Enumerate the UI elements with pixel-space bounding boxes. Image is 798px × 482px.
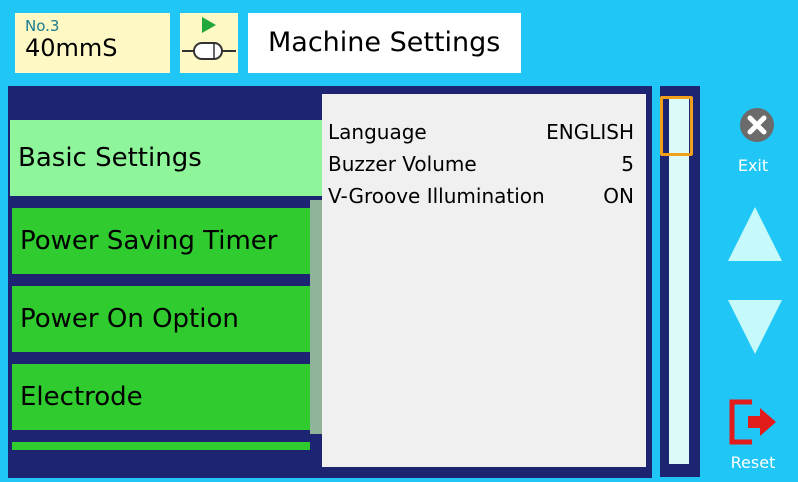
close-icon <box>740 108 774 142</box>
scrollbar-thumb[interactable] <box>660 96 693 156</box>
triangle-up-icon <box>728 207 782 261</box>
menu-divider <box>310 200 322 278</box>
menu-item-basic-settings[interactable]: Basic Settings <box>10 120 322 196</box>
scroll-up-button[interactable] <box>726 205 784 263</box>
detail-value: ENGLISH <box>546 120 634 144</box>
exit-label: Exit <box>737 156 769 175</box>
triangle-down-icon <box>728 300 782 354</box>
reset-button[interactable] <box>728 398 780 446</box>
reset-exit-icon <box>729 399 776 445</box>
settings-detail: Language ENGLISH Buzzer Volume 5 V-Groov… <box>322 94 646 467</box>
detail-key: Buzzer Volume <box>328 152 477 176</box>
detail-row-v-groove-illumination: V-Groove Illumination ON <box>328 180 634 212</box>
program-name: 40mmS <box>25 34 118 62</box>
detail-row-language: Language ENGLISH <box>328 116 634 148</box>
page-title: Machine Settings <box>248 13 521 73</box>
program-indicator: No.3 40mmS <box>15 13 170 73</box>
scroll-down-button[interactable] <box>726 298 784 356</box>
menu-divider <box>310 356 322 434</box>
menu-item-power-on-option[interactable]: Power On Option <box>12 286 310 352</box>
exit-button[interactable] <box>731 105 783 157</box>
menu-item-electrode[interactable]: Electrode <box>12 364 310 430</box>
menu-item-partial <box>12 442 310 450</box>
fiber-play-icon[interactable] <box>180 13 238 73</box>
detail-value: 5 <box>621 152 634 176</box>
reset-label: Reset <box>730 453 776 472</box>
menu-divider <box>310 278 322 356</box>
program-number: No.3 <box>25 17 60 35</box>
detail-value: ON <box>603 184 634 208</box>
menu-item-power-saving-timer[interactable]: Power Saving Timer <box>12 208 310 274</box>
detail-row-buzzer-volume: Buzzer Volume 5 <box>328 148 634 180</box>
detail-key: V-Groove Illumination <box>328 184 545 208</box>
detail-key: Language <box>328 120 427 144</box>
